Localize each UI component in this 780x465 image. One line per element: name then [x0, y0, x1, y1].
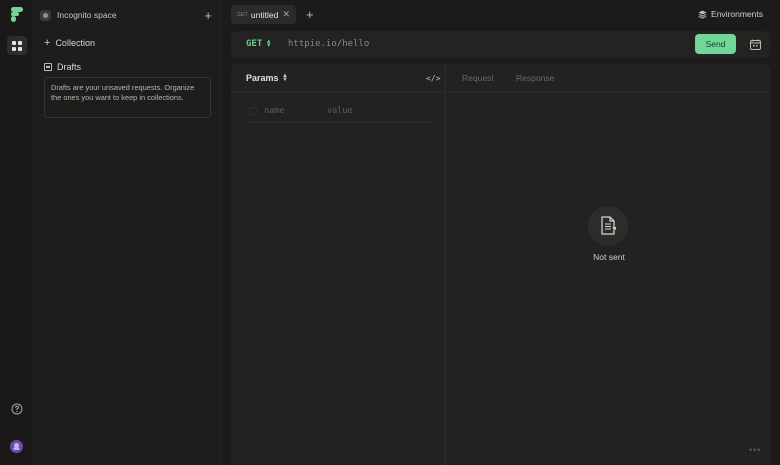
sidebar: Incognito space + + Collection Drafts Dr…	[34, 0, 221, 465]
params-dropdown[interactable]: Params	[246, 73, 279, 83]
response-header: Request Response	[447, 64, 770, 93]
url-input[interactable]: httpie.io/hello	[288, 39, 369, 49]
send-button[interactable]: Send	[695, 34, 736, 54]
new-collection-button[interactable]: + Collection	[44, 37, 95, 49]
drafts-icon	[44, 63, 52, 71]
grid-icon[interactable]	[7, 36, 27, 55]
space-name: Incognito space	[57, 10, 117, 20]
chevron-updown-icon: ▴ ▾	[267, 38, 271, 49]
tab-method: GET	[237, 11, 248, 18]
params-pane: Params ▲ ▼ </> name value	[231, 64, 446, 465]
space-switcher[interactable]: Incognito space +	[40, 8, 212, 22]
incognito-icon	[40, 9, 51, 21]
param-row: name value	[245, 101, 433, 123]
url-bar: GET ▴ ▾ httpie.io/hello Send	[231, 31, 770, 58]
tab-bar: GET untitled ✕ + Environments	[221, 0, 780, 30]
environments-button[interactable]: Environments	[698, 9, 763, 19]
drafts-label: Drafts	[57, 62, 82, 72]
httpie-logo-icon[interactable]	[10, 7, 24, 22]
main-panel: Params ▲ ▼ </> name value Request Respons…	[231, 64, 770, 465]
code-icon[interactable]: </>	[426, 74, 440, 83]
tab-request[interactable]: Request	[462, 73, 494, 83]
method-select[interactable]: GET	[246, 39, 262, 49]
tab-response[interactable]: Response	[516, 73, 554, 83]
help-icon[interactable]	[11, 403, 23, 415]
plus-icon: +	[44, 37, 51, 49]
drafts-help-text: Drafts are your unsaved requests. Organi…	[44, 77, 211, 118]
avatar-icon[interactable]	[10, 440, 23, 453]
layers-icon	[698, 10, 707, 19]
new-tab-button[interactable]: +	[306, 7, 314, 22]
icon-rail	[0, 0, 34, 465]
close-icon[interactable]: ✕	[282, 9, 290, 20]
more-icon[interactable]: •••	[749, 445, 761, 455]
environments-label: Environments	[711, 9, 763, 19]
add-icon[interactable]: +	[204, 9, 212, 22]
drafts-item[interactable]: Drafts	[44, 62, 81, 72]
tab-name: untitled	[250, 9, 279, 20]
collection-label: Collection	[55, 38, 95, 48]
param-value-input[interactable]: value	[327, 106, 353, 116]
param-name-input[interactable]: name	[264, 106, 284, 116]
calendar-icon[interactable]	[750, 39, 761, 50]
chevron-updown-icon: ▲ ▼	[282, 73, 288, 83]
document-icon	[588, 206, 628, 246]
param-checkbox[interactable]	[249, 107, 257, 115]
params-header: Params ▲ ▼ </>	[231, 64, 446, 93]
empty-state-text: Not sent	[593, 252, 625, 262]
request-tab[interactable]: GET untitled ✕	[231, 5, 296, 24]
